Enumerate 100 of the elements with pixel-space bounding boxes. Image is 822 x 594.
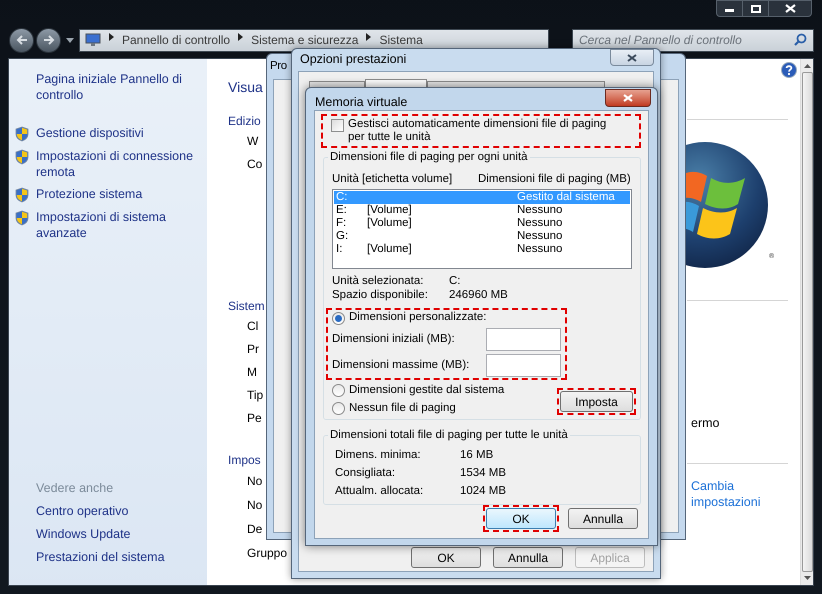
drive-row[interactable]: F: [Volume] Nessuno: [334, 217, 630, 230]
drive-letter: C:: [336, 191, 348, 204]
sidebar-link[interactable]: Gestione dispositivi: [36, 125, 196, 141]
section-heading: Edizio: [228, 113, 261, 130]
search-field[interactable]: Cerca nel Pannello di controllo: [572, 28, 814, 52]
sidebar-link[interactable]: Prestazioni del sistema: [36, 549, 199, 565]
caret-icon[interactable]: [66, 38, 74, 42]
radio-label: Nessun file di paging: [349, 400, 456, 416]
shield-icon: [15, 210, 29, 226]
radio-label: Dimensioni personalizzate:: [349, 310, 486, 326]
property-label: No: [247, 497, 262, 514]
shield-icon: [15, 149, 29, 165]
field-label: Dimensioni massime (MB):: [332, 358, 470, 373]
info-value: 246960 MB: [449, 288, 508, 302]
radio-button[interactable]: [332, 384, 345, 397]
scroll-up-icon[interactable]: [804, 64, 810, 68]
close-icon: [784, 4, 796, 13]
maximize-button[interactable]: [743, 0, 769, 17]
paging-size: Gestito dal sistema: [517, 191, 615, 204]
paging-size: Nessuno: [517, 243, 562, 256]
help-icon[interactable]: [781, 62, 797, 78]
drive-row[interactable]: G: Nessuno: [334, 230, 630, 243]
chevron-icon: [366, 32, 372, 40]
volume-label: [Volume]: [367, 243, 412, 255]
info-label: Unità selezionata:: [332, 274, 424, 288]
set-button[interactable]: Imposta: [560, 391, 633, 412]
volume-label: [Volume]: [367, 217, 412, 229]
close-button[interactable]: [610, 49, 654, 66]
drive-letter: I:: [336, 243, 344, 256]
computer-icon: [85, 32, 101, 46]
sidebar-link[interactable]: Centro operativo: [36, 503, 199, 519]
page-title: Visua: [228, 79, 263, 96]
address-bar[interactable]: Pannello di controllo Sistema e sicurezza Sistema: [79, 28, 549, 52]
paging-size: Nessuno: [517, 204, 562, 217]
close-button[interactable]: [769, 0, 812, 17]
chevron-icon: [109, 32, 114, 40]
breadcrumb-item[interactable]: Sistema: [379, 32, 423, 46]
group-heading: Dimensioni file di paging per ogni unità: [328, 150, 530, 164]
scrollbar[interactable]: [800, 59, 813, 585]
info-value: 1024 MB: [460, 484, 506, 498]
arrow-right-icon: [42, 35, 54, 45]
drive-letter: G:: [336, 230, 350, 243]
info-value: 16 MB: [460, 448, 494, 462]
change-settings-link[interactable]: Cambia impostazioni: [691, 478, 771, 510]
close-icon: [623, 94, 633, 102]
section-heading: Impos: [228, 452, 261, 469]
paging-size: Nessuno: [517, 230, 562, 243]
property-label: Pe: [247, 410, 262, 427]
input-field[interactable]: [486, 354, 561, 377]
drive-row[interactable]: I: [Volume] Nessuno: [334, 243, 630, 256]
property-label: De: [247, 521, 262, 538]
window-title: Opzioni prestazioni: [299, 52, 406, 67]
checkbox[interactable]: [331, 119, 344, 132]
property-label: No: [247, 473, 262, 490]
arrow-left-icon: [16, 35, 28, 45]
breadcrumb-item[interactable]: Sistema e sicurezza: [251, 32, 358, 46]
sidebar-link[interactable]: Protezione sistema: [36, 186, 196, 202]
input-field[interactable]: [486, 328, 561, 351]
radio-button[interactable]: [332, 402, 345, 415]
drive-row[interactable]: E: [Volume] Nessuno: [334, 204, 630, 217]
dialog-button[interactable]: OK: [486, 508, 556, 529]
section-heading: Sistem: [228, 298, 265, 315]
paging-size: Nessuno: [517, 217, 562, 230]
property-label: Co: [247, 156, 262, 173]
dialog-button[interactable]: Annulla: [568, 508, 638, 529]
info-value: C:: [449, 274, 460, 288]
window-title: Memoria virtuale: [314, 95, 408, 110]
info-label: Consigliata:: [335, 466, 396, 480]
sidebar-link[interactable]: Pagina iniziale Pannello di controllo: [36, 71, 186, 103]
radio-button[interactable]: [332, 312, 345, 324]
sidebar-link[interactable]: Impostazioni di connessione remota: [36, 148, 196, 180]
dialog-button[interactable]: Annulla: [493, 547, 563, 568]
radio-label: Dimensioni gestite dal sistema: [349, 382, 504, 398]
info-value: 1534 MB: [460, 466, 506, 480]
minimize-button[interactable]: [716, 0, 743, 17]
property-label: Pr: [247, 341, 259, 358]
sidebar-link[interactable]: Impostazioni di sistema avanzate: [36, 209, 196, 241]
scroll-down-icon[interactable]: [804, 576, 810, 580]
info-label: Attualm. allocata:: [335, 484, 424, 498]
property-label: Cl: [247, 318, 258, 335]
breadcrumb-item[interactable]: Pannello di controllo: [122, 32, 230, 46]
shield-icon: [15, 126, 29, 142]
close-button[interactable]: [605, 89, 651, 107]
field-label: Dimensioni iniziali (MB):: [332, 332, 455, 347]
column-header: Unità [etichetta volume]: [332, 172, 454, 186]
chevron-icon: [238, 32, 244, 40]
drive-letter: E:: [336, 204, 348, 217]
shield-icon: [15, 187, 29, 203]
back-button[interactable]: [9, 28, 34, 52]
drive-letter: F:: [336, 217, 348, 230]
forward-button[interactable]: [36, 28, 61, 52]
column-header: Dimensioni file di paging (MB): [478, 172, 631, 186]
search-icon[interactable]: [794, 32, 807, 46]
property-label: W: [247, 133, 258, 150]
sidebar-link[interactable]: Windows Update: [36, 526, 199, 542]
property-value: ermo: [691, 415, 720, 431]
property-label: Tip: [247, 387, 264, 404]
property-label: Gruppo: [247, 545, 288, 562]
group-heading: Dimensioni totali file di paging per tutte le unità: [328, 428, 570, 442]
dialog-button[interactable]: OK: [411, 547, 481, 568]
